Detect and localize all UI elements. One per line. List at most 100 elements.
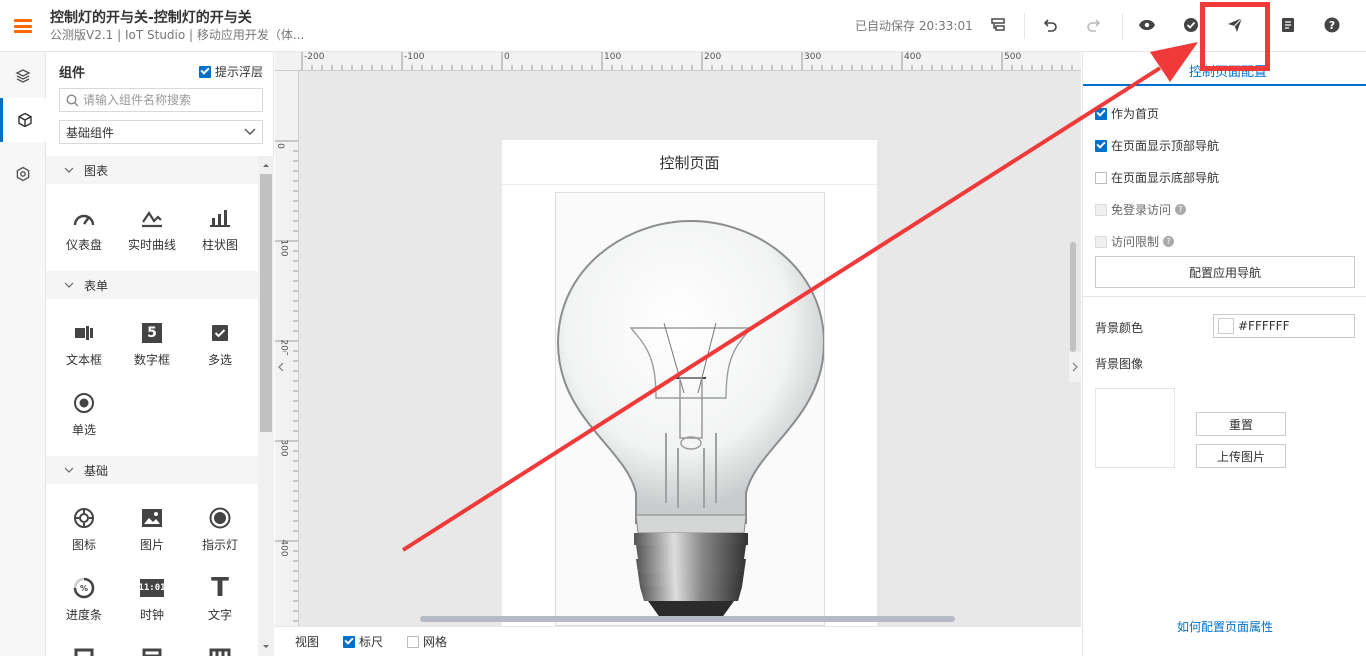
horizontal-ruler: -200 -100 0 100 200 300 400 500 <box>275 52 1081 71</box>
component-partial[interactable] <box>50 644 118 656</box>
undo-icon <box>1043 19 1057 32</box>
bg-image-preview <box>1095 388 1175 468</box>
preview-button[interactable] <box>1135 13 1159 37</box>
checkbox[interactable] <box>1095 107 1107 120</box>
component-image[interactable]: 图片 <box>118 504 186 553</box>
redo-button[interactable] <box>1082 13 1106 37</box>
component-search[interactable] <box>59 88 263 112</box>
scroll-up-icon <box>263 164 269 167</box>
help-link[interactable]: 如何配置页面属性 <box>1177 618 1273 635</box>
cube-icon <box>17 112 32 128</box>
hint-toggle[interactable]: 提示浮层 <box>199 63 263 80</box>
option-set-home[interactable]: 作为首页 <box>1095 105 1159 122</box>
grid-checkbox[interactable] <box>407 635 420 648</box>
document-button[interactable] <box>1276 13 1300 37</box>
progress-icon: % <box>73 577 95 599</box>
component-number-box[interactable]: 5 数字框 <box>118 319 186 368</box>
ruler-checkbox[interactable] <box>343 635 356 648</box>
component-label: 单选 <box>71 423 96 437</box>
category-label: 表单 <box>84 278 109 293</box>
canvas-horizontal-scrollbar[interactable] <box>420 616 955 622</box>
component-clock[interactable]: 11:01 时钟 <box>118 574 186 623</box>
option-bottom-nav[interactable]: 在页面显示底部导航 <box>1095 169 1219 186</box>
component-textbox[interactable]: 文本框 <box>50 319 118 368</box>
indicator-light-icon <box>209 507 231 529</box>
ruler-ticks <box>301 52 1073 70</box>
settings-tab[interactable] <box>0 152 46 196</box>
component-partial[interactable] <box>118 644 186 656</box>
collapse-right-button[interactable] <box>1069 352 1081 382</box>
image-icon <box>142 509 162 527</box>
component-progress[interactable]: % 进度条 <box>50 574 118 623</box>
component-gauge[interactable]: 仪表盘 <box>50 204 118 253</box>
page-config-panel: 控制页面配置 作为首页 在页面显示顶部导航 在页面显示底部导航 免登录访问 ? … <box>1082 52 1366 656</box>
canvas-vertical-scrollbar[interactable] <box>1070 242 1076 352</box>
component-indicator-light[interactable]: 指示灯 <box>186 504 254 553</box>
search-icon <box>66 93 79 106</box>
option-label: 访问限制 <box>1111 235 1160 249</box>
scrollbar-thumb[interactable] <box>260 174 272 432</box>
checkbox[interactable] <box>1095 139 1107 152</box>
layers-tab[interactable] <box>0 54 46 98</box>
tab-underline <box>1083 84 1366 86</box>
grid-toggle[interactable]: 网格 <box>407 633 447 650</box>
collapse-left-button[interactable] <box>275 352 287 382</box>
option-label: 作为首页 <box>1111 107 1160 121</box>
page-manager-button[interactable] <box>986 13 1010 37</box>
eye-icon <box>1139 20 1155 30</box>
color-swatch[interactable] <box>1218 318 1234 334</box>
vertical-ruler: 0 100 200 300 400 <box>275 71 299 626</box>
ruler-toggle[interactable]: 标尺 <box>343 633 383 650</box>
checkbox-icon <box>212 325 228 341</box>
select-value: 基础组件 <box>66 125 115 140</box>
component-bar-chart[interactable]: 柱状图 <box>186 204 254 253</box>
option-label: 在页面显示顶部导航 <box>1111 139 1220 153</box>
category-header-chart[interactable]: 图表 <box>46 156 258 184</box>
undo-button[interactable] <box>1038 13 1062 37</box>
checkbox[interactable] <box>1095 171 1107 184</box>
lightbulb-image[interactable] <box>555 192 825 626</box>
number-box-icon: 5 <box>142 323 162 343</box>
view-label: 视图 <box>295 635 320 649</box>
option-no-login: 免登录访问 ? <box>1095 201 1187 218</box>
ruler-toggle-label: 标尺 <box>359 635 384 649</box>
reset-button[interactable]: 重置 <box>1196 412 1286 436</box>
chevron-down-icon <box>64 282 74 288</box>
bg-color-label: 背景颜色 <box>1095 321 1144 335</box>
category-label: 基础 <box>84 463 109 478</box>
document-icon <box>1282 18 1294 32</box>
config-app-nav-button[interactable]: 配置应用导航 <box>1095 256 1355 288</box>
component-realtime-curve[interactable]: 实时曲线 <box>118 204 186 253</box>
option-top-nav[interactable]: 在页面显示顶部导航 <box>1095 137 1219 154</box>
hamburger-menu-icon[interactable] <box>14 19 32 33</box>
component-icon[interactable]: 图标 <box>50 504 118 553</box>
component-partial[interactable] <box>186 644 254 656</box>
hint-checkbox[interactable] <box>199 65 211 78</box>
ruler-label: 0 <box>504 52 510 62</box>
help-icon[interactable]: ? <box>1175 204 1187 215</box>
category-label: 图表 <box>84 163 109 178</box>
ruler-label: 0 <box>275 143 285 149</box>
component-checkbox[interactable]: 多选 <box>186 319 254 368</box>
ruler-label: 400 <box>904 52 922 62</box>
category-header-form[interactable]: 表单 <box>46 271 258 299</box>
components-tab[interactable] <box>0 98 46 142</box>
search-input[interactable] <box>83 93 253 107</box>
component-label: 图标 <box>71 538 96 552</box>
panel-scrollbar[interactable] <box>258 156 274 656</box>
phone-page-preview[interactable]: 控制页面 <box>502 140 877 626</box>
component-text[interactable]: T 文字 <box>186 573 254 623</box>
design-canvas[interactable]: -200 -100 0 100 200 300 400 500 0 100 20… <box>275 52 1081 626</box>
bg-image-label: 背景图像 <box>1095 357 1144 371</box>
chevron-left-icon <box>278 362 284 372</box>
help-icon[interactable]: ? <box>1163 236 1175 247</box>
icon-component-icon <box>74 508 94 528</box>
top-bar: 控制灯的开与关-控制灯的开与关 公测版V2.1 | IoT Studio | 移… <box>0 0 1366 52</box>
checkbox <box>1095 203 1107 216</box>
help-button[interactable]: ? <box>1320 13 1344 37</box>
component-category-select[interactable]: 基础组件 <box>59 120 263 144</box>
bg-color-input[interactable]: #FFFFFF <box>1213 314 1355 338</box>
category-header-basic[interactable]: 基础 <box>46 456 258 484</box>
component-radio[interactable]: 单选 <box>50 389 118 438</box>
upload-image-button[interactable]: 上传图片 <box>1196 444 1286 468</box>
